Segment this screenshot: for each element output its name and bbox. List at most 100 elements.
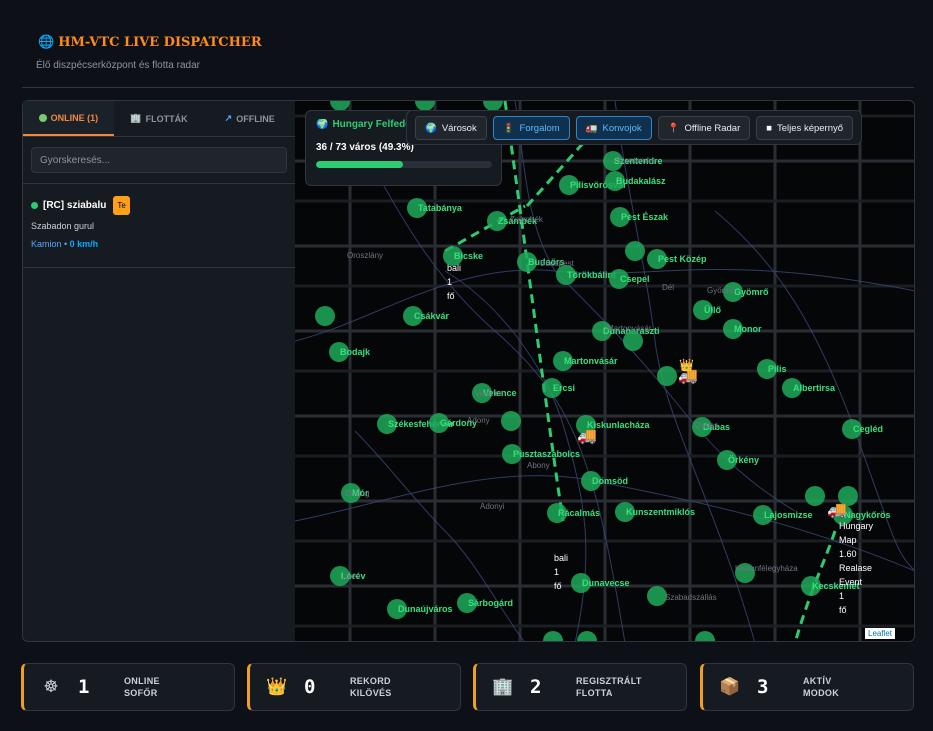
tab-online[interactable]: ONLINE (1) [23,101,114,136]
stat-value: 1 [78,676,90,698]
map-place-label: Adony [467,416,490,425]
city-label: Pusztaszabolcs [513,449,580,459]
city-marker[interactable]: Albertirsa [782,378,836,398]
city-label: Kunszentmiklós [626,507,695,517]
player-marker-label: 1 [447,277,452,287]
map-place-label: Martonvásár [607,324,652,333]
traffic-toggle-button[interactable]: 🚦 Forgalom [492,116,570,140]
truck-icon: 🚛 [585,122,598,134]
city-marker[interactable]: Csákvár [403,306,450,326]
city-label: Albertirsa [793,383,836,393]
app-title: 🌐 HM-VTC LIVE DISPATCHER [38,34,262,50]
city-label: Dömsöd [592,476,628,486]
city-marker[interactable]: Rácalmás [547,503,600,523]
leaflet-attribution[interactable]: Leaflet [865,628,896,639]
city-label: Tatabánya [418,203,463,213]
convoys-toggle-button[interactable]: 🚛 Konvojok [575,116,652,140]
stat-label: REGISZTRÁLT FLOTTA [576,676,642,698]
fullscreen-button[interactable]: ■ Teljes képernyő [756,116,854,140]
city-marker[interactable]: Pest Észak [610,207,669,227]
map-place-label: Velence [475,389,504,398]
app-subtitle: Élő diszpécserközpont és flotta radar [36,60,200,71]
city-marker-dot [501,411,521,431]
stat-value: 0 [304,676,316,698]
city-label: Lajosmizse [764,510,813,520]
city-marker[interactable]: Lajosmizse [753,505,813,525]
city-label: Sárbogárd [468,598,513,608]
city-marker[interactable]: Törökbálint [556,265,616,285]
city-marker[interactable]: Martonvásár [553,351,618,371]
stat-online-drivers: ☸ 1 ONLINE SOFŐR [21,663,235,711]
player-marker[interactable]: Hungary Map 1.60 Realase Event 1 fő [839,521,874,615]
map-place-label: Szentendre [615,156,656,165]
city-label: Ercsi [553,383,575,393]
driver-tag-badge: Te [113,196,130,215]
city-marker[interactable]: Üllő [693,300,722,320]
city-label: Monor [734,324,762,334]
stat-active-mods: 📦 3 AKTÍV MODOK [700,663,914,711]
stat-value: 3 [757,676,769,698]
earth-icon: 🌍 [316,119,329,130]
player-marker-label: Realase [839,563,872,573]
player-marker-label: fő [839,605,847,615]
player-marker-label: bali [554,553,568,563]
stat-record-kills: 👑 0 REKORD KILÖVÉS [247,663,461,711]
city-marker-dot [577,631,597,641]
cities-toggle-button[interactable]: 🌍 Városok [415,116,487,140]
city-marker[interactable]: Kunszentmiklós [615,502,695,522]
player-marker-label: Map [839,535,857,545]
map-place-label: Oroszlány [347,251,383,260]
map-place-label: Adonyi [480,502,505,511]
map-place-label: Szabadszállás [665,593,717,602]
city-marker[interactable]: Pilis [757,359,787,379]
city-marker-dot [315,306,335,326]
city-marker[interactable]: Pest Közép [647,249,707,269]
city-label: Cegléd [853,424,883,434]
search-wrap [23,137,295,184]
stat-registered-fleets: 🏢 2 REGISZTRÁLT FLOTTA [473,663,687,711]
city-marker-dot [805,486,825,506]
signal-icon: ↗ [224,113,233,123]
city-marker[interactable]: Örkény [717,450,759,470]
city-marker[interactable]: Budakalász [605,171,666,191]
city-marker[interactable]: Monor [723,319,762,339]
city-marker-dot [543,631,563,641]
city-label: Törökbálint [567,270,616,280]
offline-radar-button[interactable]: 📍 Offline Radar [657,116,751,140]
truck-icon[interactable]: 🚚 [577,428,597,445]
truck-icon[interactable]: 🚚 [827,502,847,519]
crown-icon: 👑 [266,677,288,696]
steering-wheel-icon: ☸ [43,677,59,696]
office-icon: 🏢 [492,677,514,696]
map-place-label: Zsámbék [510,215,544,224]
city-label: Pest Közép [658,254,707,264]
stat-label: AKTÍV MODOK [803,676,839,698]
driver-vehicle: Kamion • 0 km/h [31,239,99,249]
sidebar: ONLINE (1) 🏢 FLOTTÁK ↗ OFFLINE [RC] szia… [22,100,295,642]
city-label: Pest Észak [621,212,669,222]
crown-icon: 👑 [679,358,694,372]
tab-offline[interactable]: ↗ OFFLINE [204,101,295,136]
map-place-label: Kiskunfélegyháza [735,564,798,573]
city-label: Csákvár [414,311,450,321]
city-marker[interactable]: Dunavecse [571,573,630,593]
player-marker-label: fő [554,581,562,591]
city-marker[interactable]: Sárbogárd [457,593,513,613]
globe-icon: 🌐 [38,34,55,49]
city-label: Nagykőrös [844,510,891,520]
city-marker[interactable]: Cegléd [842,419,883,439]
search-input[interactable] [31,147,287,173]
city-label: Örkény [728,455,759,465]
tab-fleets[interactable]: 🏢 FLOTTÁK [114,101,205,136]
city-marker[interactable]: Dunaújváros [387,599,453,619]
driver-status: Szabadon gurul [31,221,95,231]
city-label: Üllő [704,305,722,315]
driver-card[interactable]: [RC] sziabalu Te Szabadon gurul Kamion •… [23,184,295,268]
player-marker-label: 1 [554,567,559,577]
city-marker[interactable]: Ercsi [542,378,575,398]
traffic-light-icon: 🚦 [502,122,515,134]
sidebar-tabs: ONLINE (1) 🏢 FLOTTÁK ↗ OFFLINE [23,101,295,137]
player-marker-label: Event [839,577,863,587]
player-marker-label: 1.60 [839,549,857,559]
map-place-label: Dél [662,283,674,292]
